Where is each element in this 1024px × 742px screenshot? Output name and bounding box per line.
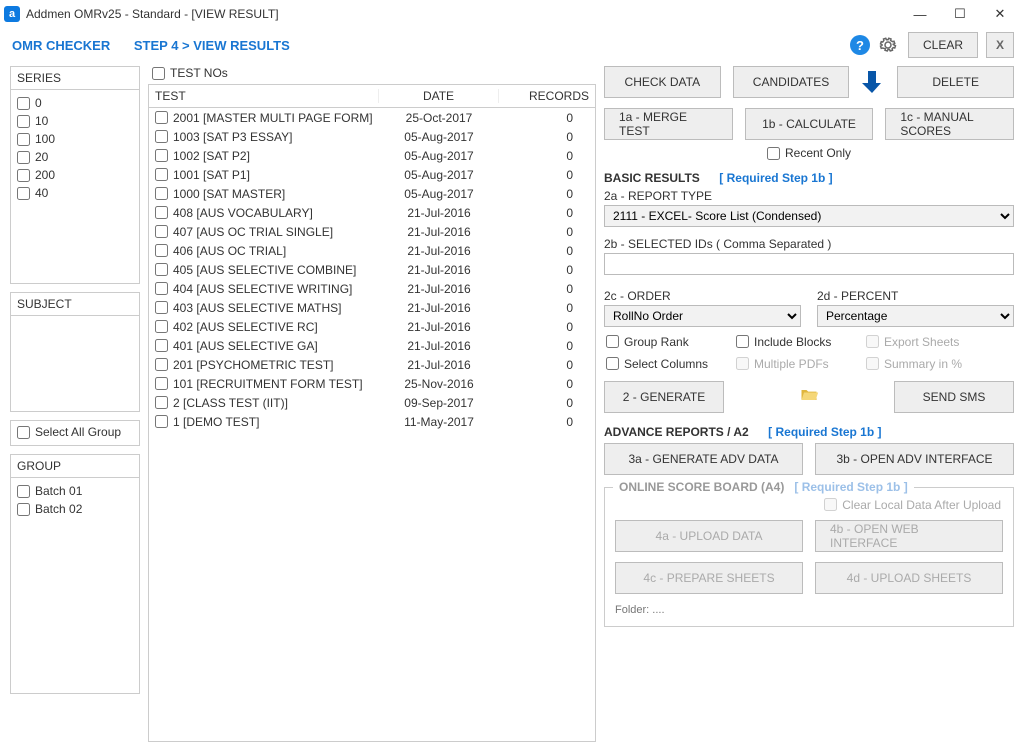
close-icon[interactable]: ✕ (980, 2, 1020, 26)
selected-ids-label: 2b - SELECTED IDs ( Comma Separated ) (604, 237, 1014, 251)
series-item[interactable]: 0 (15, 94, 135, 112)
group-rank-checkbox[interactable]: Group Rank (604, 333, 734, 351)
series-panel: SERIES 0101002020040 (10, 66, 140, 284)
osb-title: ONLINE SCORE BOARD (A4) (619, 480, 784, 494)
table-row[interactable]: 405 [AUS SELECTIVE COMBINE] 21-Jul-2016 … (149, 260, 595, 279)
table-row[interactable]: 2 [CLASS TEST (IIT)] 09-Sep-2017 0 (149, 393, 595, 412)
table-row[interactable]: 1000 [SAT MASTER] 05-Aug-2017 0 (149, 184, 595, 203)
table-row[interactable]: 402 [AUS SELECTIVE RC] 21-Jul-2016 0 (149, 317, 595, 336)
grid-header-date[interactable]: DATE (379, 89, 499, 103)
series-item[interactable]: 100 (15, 130, 135, 148)
upload-sheets-button: 4d - UPLOAD SHEETS (815, 562, 1003, 594)
percent-select[interactable]: Percentage (817, 305, 1014, 327)
table-row[interactable]: 407 [AUS OC TRIAL SINGLE] 21-Jul-2016 0 (149, 222, 595, 241)
recent-only-checkbox[interactable]: Recent Only (765, 144, 853, 162)
maximize-icon[interactable]: ☐ (940, 2, 980, 26)
select-all-group-panel: Select All Group (10, 420, 140, 446)
close-panel-button[interactable]: X (986, 32, 1014, 58)
merge-test-button[interactable]: 1a - MERGE TEST (604, 108, 733, 140)
open-web-interface-button: 4b - OPEN WEB INTERFACE (815, 520, 1003, 552)
grid-body[interactable]: 2001 [MASTER MULTI PAGE FORM] 25-Oct-201… (148, 108, 596, 742)
select-all-group-checkbox[interactable]: Select All Group (11, 421, 139, 443)
delete-button[interactable]: DELETE (897, 66, 1014, 98)
clear-button[interactable]: CLEAR (908, 32, 978, 58)
upload-data-button: 4a - UPLOAD DATA (615, 520, 803, 552)
download-arrow-icon[interactable] (861, 69, 885, 95)
generate-button[interactable]: 2 - GENERATE (604, 381, 724, 413)
order-label: 2c - ORDER (604, 289, 801, 303)
basic-results-title: BASIC RESULTS (604, 171, 700, 185)
table-row[interactable]: 2001 [MASTER MULTI PAGE FORM] 25-Oct-201… (149, 108, 595, 127)
group-panel: GROUP Batch 01Batch 02 (10, 454, 140, 694)
module-name: OMR CHECKER (12, 38, 110, 53)
percent-label: 2d - PERCENT (817, 289, 1014, 303)
module-header: OMR CHECKER STEP 4 > VIEW RESULTS ? CLEA… (0, 28, 1024, 66)
manual-scores-button[interactable]: 1c - MANUAL SCORES (885, 108, 1014, 140)
selected-ids-input[interactable] (604, 253, 1014, 275)
table-row[interactable]: 408 [AUS VOCABULARY] 21-Jul-2016 0 (149, 203, 595, 222)
summary-percent-checkbox: Summary in % (864, 355, 984, 373)
online-score-board-section: ONLINE SCORE BOARD (A4) [ Required Step … (604, 487, 1014, 628)
settings-icon[interactable] (878, 35, 898, 55)
subject-header: SUBJECT (11, 293, 139, 316)
window-title: Addmen OMRv25 - Standard - [VIEW RESULT] (26, 7, 279, 21)
series-item[interactable]: 10 (15, 112, 135, 130)
include-blocks-checkbox[interactable]: Include Blocks (734, 333, 864, 351)
folder-icon[interactable] (736, 385, 882, 408)
table-row[interactable]: 1002 [SAT P2] 05-Aug-2017 0 (149, 146, 595, 165)
clear-local-data-checkbox: Clear Local Data After Upload (822, 496, 1003, 514)
table-row[interactable]: 401 [AUS SELECTIVE GA] 21-Jul-2016 0 (149, 336, 595, 355)
select-columns-checkbox[interactable]: Select Columns (604, 355, 734, 373)
report-type-label: 2a - REPORT TYPE (604, 189, 1014, 203)
check-data-button[interactable]: CHECK DATA (604, 66, 721, 98)
grid-header: TEST DATE RECORDS (148, 84, 596, 108)
series-item[interactable]: 40 (15, 184, 135, 202)
actions-panel: CHECK DATA CANDIDATES DELETE 1a - MERGE … (604, 66, 1014, 742)
group-item[interactable]: Batch 01 (15, 482, 135, 500)
help-icon[interactable]: ? (850, 35, 870, 55)
multiple-pdfs-checkbox: Multiple PDFs (734, 355, 864, 373)
table-row[interactable]: 404 [AUS SELECTIVE WRITING] 21-Jul-2016 … (149, 279, 595, 298)
app-icon: a (4, 6, 20, 22)
table-row[interactable]: 406 [AUS OC TRIAL] 21-Jul-2016 0 (149, 241, 595, 260)
calculate-button[interactable]: 1b - CALCULATE (745, 108, 874, 140)
series-header: SERIES (11, 67, 139, 90)
group-item[interactable]: Batch 02 (15, 500, 135, 518)
series-item[interactable]: 200 (15, 166, 135, 184)
table-row[interactable]: 403 [AUS SELECTIVE MATHS] 21-Jul-2016 0 (149, 298, 595, 317)
table-row[interactable]: 1001 [SAT P1] 05-Aug-2017 0 (149, 165, 595, 184)
subject-panel: SUBJECT (10, 292, 140, 412)
table-row[interactable]: 201 [PSYCHOMETRIC TEST] 21-Jul-2016 0 (149, 355, 595, 374)
minimize-icon[interactable]: — (900, 2, 940, 26)
series-item[interactable]: 20 (15, 148, 135, 166)
osb-hint: [ Required Step 1b ] (794, 480, 907, 494)
grid-header-test[interactable]: TEST (149, 89, 379, 103)
candidates-button[interactable]: CANDIDATES (733, 66, 850, 98)
advance-hint: [ Required Step 1b ] (768, 425, 881, 439)
window-titlebar: a Addmen OMRv25 - Standard - [VIEW RESUL… (0, 0, 1024, 28)
group-header: GROUP (11, 455, 139, 478)
table-row[interactable]: 1 [DEMO TEST] 11-May-2017 0 (149, 412, 595, 431)
basic-hint: [ Required Step 1b ] (719, 171, 832, 185)
export-sheets-checkbox: Export Sheets (864, 333, 984, 351)
advance-reports-title: ADVANCE REPORTS / A2 (604, 425, 749, 439)
table-row[interactable]: 1003 [SAT P3 ESSAY] 05-Aug-2017 0 (149, 127, 595, 146)
table-row[interactable]: 101 [RECRUITMENT FORM TEST] 25-Nov-2016 … (149, 374, 595, 393)
generate-adv-data-button[interactable]: 3a - GENERATE ADV DATA (604, 443, 803, 475)
send-sms-button[interactable]: SEND SMS (894, 381, 1014, 413)
step-breadcrumb: STEP 4 > VIEW RESULTS (134, 38, 290, 53)
open-adv-interface-button[interactable]: 3b - OPEN ADV INTERFACE (815, 443, 1014, 475)
test-nos-checkbox[interactable]: TEST NOs (148, 66, 596, 84)
grid-header-records[interactable]: RECORDS (499, 89, 595, 103)
report-type-select[interactable]: 2111 - EXCEL- Score List (Condensed) (604, 205, 1014, 227)
order-select[interactable]: RollNo Order (604, 305, 801, 327)
folder-label: Folder: .... (615, 604, 1003, 616)
prepare-sheets-button: 4c - PREPARE SHEETS (615, 562, 803, 594)
